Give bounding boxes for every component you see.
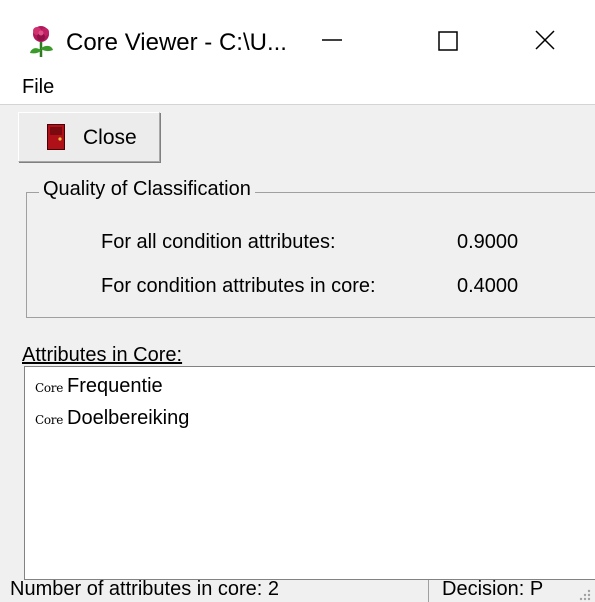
status-bar: Number of attributes in core: 2 Decision… bbox=[0, 578, 595, 602]
list-item[interactable]: Core Doelbereiking bbox=[35, 407, 189, 430]
attributes-label: Attributes in Core: bbox=[22, 344, 182, 367]
close-button-label: Close bbox=[83, 126, 137, 149]
close-icon bbox=[535, 30, 555, 50]
client-area: Close Quality of Classification For all … bbox=[0, 104, 595, 602]
list-item[interactable]: Core Frequentie bbox=[35, 375, 163, 398]
list-item-name: Doelbereiking bbox=[67, 407, 190, 429]
core-tag: Core bbox=[35, 413, 64, 427]
minimize-icon bbox=[322, 39, 342, 41]
menu-bar: File bbox=[0, 72, 595, 104]
quality-group-title: Quality of Classification bbox=[39, 178, 255, 201]
quality-groupbox: Quality of Classification For all condit… bbox=[26, 178, 595, 318]
close-button[interactable]: Close bbox=[18, 112, 160, 162]
minimize-button[interactable] bbox=[300, 18, 364, 64]
door-icon bbox=[47, 124, 65, 150]
quality-core-label: For condition attributes in core: bbox=[101, 275, 376, 297]
attributes-label-text: Attributes in Core: bbox=[22, 344, 183, 366]
attributes-listbox[interactable]: Core Frequentie Core Doelbereiking bbox=[24, 366, 595, 580]
maximize-icon bbox=[438, 31, 458, 51]
title-bar[interactable]: Core Viewer - C:\U... bbox=[0, 0, 595, 76]
menu-file[interactable]: File bbox=[22, 76, 54, 99]
resize-grip-icon[interactable] bbox=[576, 586, 592, 602]
window-title: Core Viewer - C:\U... bbox=[66, 29, 287, 56]
maximize-button[interactable] bbox=[416, 18, 480, 64]
rose-icon bbox=[30, 26, 53, 57]
core-tag: Core bbox=[35, 381, 64, 395]
quality-all-value: 0.9000 bbox=[457, 231, 519, 253]
toolbar-divider bbox=[0, 104, 595, 105]
list-item-name: Frequentie bbox=[67, 375, 163, 397]
quality-all-label: For all condition attributes: bbox=[101, 231, 336, 253]
quality-core-value: 0.4000 bbox=[457, 275, 519, 297]
close-window-button[interactable] bbox=[513, 18, 577, 64]
status-divider bbox=[428, 580, 429, 602]
